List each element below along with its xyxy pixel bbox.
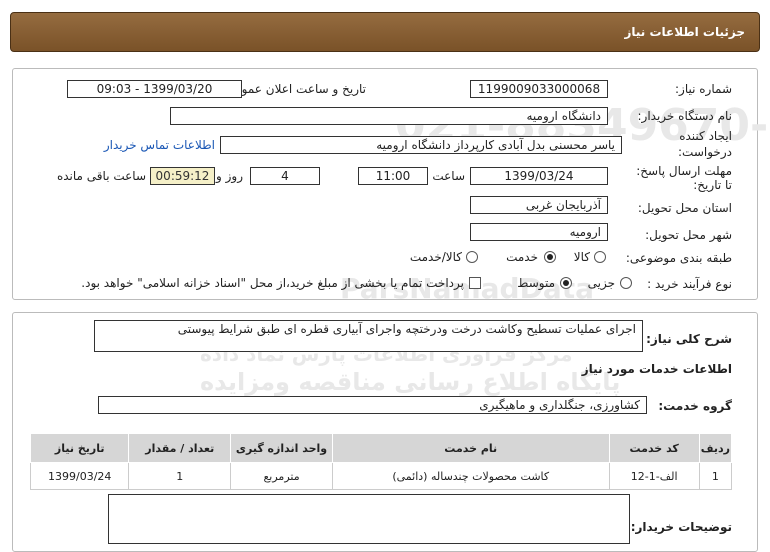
cell-quantity: 1: [128, 462, 232, 490]
process-radio-medium[interactable]: [560, 277, 572, 289]
description-label: شرح کلی نیاز:: [646, 332, 732, 346]
category-radio-goods[interactable]: [594, 251, 606, 263]
city-label: شهر محل تحویل:: [645, 228, 732, 242]
page-title: جزئیات اطلاعات نیاز: [624, 25, 745, 39]
service-group-label: گروه خدمت:: [658, 399, 732, 413]
province-label: استان محل تحویل:: [637, 201, 732, 215]
deadline-label-line1: مهلت ارسال پاسخ:: [636, 164, 732, 178]
deadline-time-label: ساعت: [432, 169, 465, 183]
creator-label-line2: درخواست:: [678, 145, 732, 159]
col-code-header: کد خدمت: [608, 433, 700, 463]
creator-label-line1: ایجاد کننده: [679, 129, 732, 143]
buyer-org-field: دانشگاه ارومیه: [170, 107, 608, 125]
cell-date: 1399/03/24: [29, 462, 130, 490]
cell-code: الف-1-12: [608, 462, 700, 490]
col-unit-header: واحد اندازه گیری: [230, 433, 333, 463]
description-field: اجرای عملیات تسطیح وکاشت درخت ودرختچه وا…: [94, 320, 643, 352]
deadline-date-field: 1399/03/24: [470, 167, 608, 185]
col-quantity-header: تعداد / مقدار: [128, 433, 232, 463]
col-name-header: نام خدمت: [331, 433, 610, 463]
category-radio-goods-service[interactable]: [466, 251, 478, 263]
col-date-header: تاریخ نیاز: [29, 433, 130, 463]
days-label: روز و: [216, 169, 243, 183]
col-row-header: ردیف: [698, 433, 733, 463]
remaining-time-field: 00:59:12: [150, 167, 215, 185]
need-number-label: شماره نیاز:: [675, 82, 732, 96]
deadline-label-line2: تا تاریخ:: [693, 178, 732, 192]
need-number-field: 1199009033000068: [470, 80, 608, 98]
buyer-org-label: نام دستگاه خریدار:: [637, 109, 733, 123]
buyer-notes-label: توضیحات خریدار:: [630, 520, 732, 534]
city-field: ارومیه: [470, 223, 608, 241]
services-heading: اطلاعات خدمات مورد نیاز: [581, 362, 732, 376]
cell-unit: مترمربع: [230, 462, 333, 490]
category-radio-service[interactable]: [544, 251, 556, 263]
process-option-minor: جزیی: [587, 276, 615, 290]
process-radio-minor[interactable]: [620, 277, 632, 289]
creator-field: یاسر محسنی بدل آبادی کارپرداز دانشگاه ار…: [220, 136, 622, 154]
province-field: آذربایجان غربی: [470, 196, 608, 214]
deadline-time-field: 11:00: [358, 167, 428, 185]
category-option-service: خدمت: [506, 250, 538, 264]
services-table-header: ردیف کد خدمت نام خدمت واحد اندازه گیری ت…: [29, 433, 733, 463]
treasury-payment-checkbox[interactable]: [469, 277, 481, 289]
remaining-days-field: 4: [250, 167, 320, 185]
treasury-payment-note: پرداخت تمام یا بخشی از مبلغ خرید،از محل …: [81, 276, 464, 290]
category-option-goods-service: کالا/خدمت: [409, 250, 462, 264]
table-row: 1 الف-1-12 کاشت محصولات چندساله (دائمی) …: [29, 462, 733, 490]
service-group-field: کشاورزی، جنگلداری و ماهیگیری: [98, 396, 647, 414]
services-table: ردیف کد خدمت نام خدمت واحد اندازه گیری ت…: [29, 433, 733, 490]
buyer-contact-link[interactable]: اطلاعات تماس خریدار: [104, 138, 215, 152]
buyer-notes-field: [108, 494, 630, 544]
process-option-medium: متوسط: [517, 276, 555, 290]
announce-date-label: تاریخ و ساعت اعلان عمومی:: [221, 82, 366, 96]
announce-date-field: 1399/03/20 - 09:03: [67, 80, 242, 98]
watermark-line2: پایگاه اطلاع رسانی مناقصه ومزایده: [200, 368, 621, 396]
category-label: طبقه بندی موضوعی:: [625, 251, 732, 265]
category-option-goods: کالا: [573, 250, 590, 264]
cell-row: 1: [698, 462, 733, 490]
remaining-time-label: ساعت باقی مانده: [56, 169, 146, 183]
cell-name: کاشت محصولات چندساله (دائمی): [331, 462, 610, 490]
page-header: جزئیات اطلاعات نیاز: [10, 12, 760, 52]
process-type-label: نوع فرآیند خرید :: [647, 277, 732, 291]
